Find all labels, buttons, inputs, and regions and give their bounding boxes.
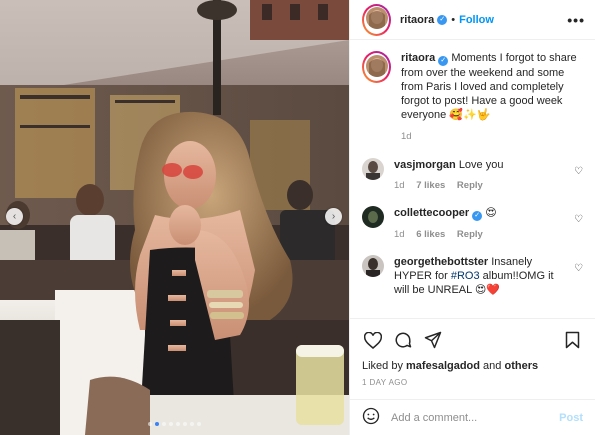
commenter-avatar[interactable] xyxy=(362,158,384,180)
hashtag-link[interactable]: #RO3 xyxy=(451,270,480,282)
post-timestamp[interactable]: 1 DAY AGO xyxy=(362,378,583,387)
comment-item: georgethebottster Insanely HYPER for #RO… xyxy=(362,255,583,297)
carousel-dot xyxy=(176,422,180,426)
follow-button[interactable]: Follow xyxy=(459,14,494,26)
comment-username[interactable]: vasjmorgan xyxy=(394,159,456,171)
comment-likes[interactable]: 6 likes xyxy=(416,229,445,240)
add-comment-input[interactable] xyxy=(391,411,560,424)
previous-slide-button[interactable]: ‹ xyxy=(6,208,23,225)
carousel-dot-active xyxy=(155,422,159,426)
carousel-indicator xyxy=(0,422,349,426)
reply-button[interactable]: Reply xyxy=(457,180,483,191)
carousel-dot xyxy=(162,422,166,426)
commenter-avatar[interactable] xyxy=(362,206,384,228)
post-header: ritaora ✓ • Follow ••• xyxy=(350,0,595,40)
comment-username[interactable]: collettecooper xyxy=(394,207,469,219)
heart-icon[interactable] xyxy=(362,329,384,351)
reply-button[interactable]: Reply xyxy=(457,229,483,240)
comment-likes[interactable]: 7 likes xyxy=(416,180,445,191)
liked-by-user[interactable]: mafesalgadod xyxy=(406,360,480,372)
carousel-dot xyxy=(197,422,201,426)
commenter-avatar[interactable] xyxy=(362,255,384,277)
likes-prefix: Liked by xyxy=(362,360,407,372)
comment-item: vasjmorgan Love you 1d 7 likes Reply ♡ xyxy=(362,158,583,193)
next-slide-button[interactable]: › xyxy=(325,208,342,225)
verified-badge-icon: ✓ xyxy=(472,211,483,221)
comment-icon[interactable] xyxy=(392,329,414,351)
comment-text: Love you xyxy=(458,159,504,171)
action-bar: Liked by mafesalgadod and others 1 DAY A… xyxy=(350,318,595,387)
story-ring[interactable] xyxy=(362,3,391,36)
likes-summary: Liked by mafesalgadod and others xyxy=(362,360,583,372)
comment-time[interactable]: 1d xyxy=(394,229,405,240)
caption-avatar[interactable] xyxy=(365,54,388,77)
separator-dot: • xyxy=(451,13,456,26)
more-options-icon[interactable]: ••• xyxy=(567,12,585,28)
verified-badge-icon: ✓ xyxy=(437,14,448,25)
comment-text: 😍 xyxy=(485,207,497,219)
liked-by-others[interactable]: others xyxy=(504,360,538,372)
author-username[interactable]: ritaora xyxy=(400,14,434,26)
carousel-dot xyxy=(183,422,187,426)
author-avatar[interactable] xyxy=(365,7,388,29)
share-icon[interactable] xyxy=(422,329,444,351)
post-comment-button[interactable]: Post xyxy=(559,412,583,424)
comment-like-heart-icon[interactable]: ♡ xyxy=(574,166,583,177)
comment-like-heart-icon[interactable]: ♡ xyxy=(574,214,583,225)
post-media[interactable]: ‹ › xyxy=(0,0,349,435)
emoji-icon[interactable] xyxy=(362,407,380,428)
comments-list[interactable]: ritaora ✓ Moments I forgot to share from … xyxy=(350,41,595,317)
comment-like-heart-icon[interactable]: ♡ xyxy=(574,263,583,274)
carousel-dot xyxy=(148,422,152,426)
caption-time[interactable]: 1d xyxy=(401,131,412,142)
verified-badge-icon: ✓ xyxy=(438,56,449,66)
likes-and: and xyxy=(480,360,505,372)
caption-username[interactable]: ritaora xyxy=(401,52,435,64)
carousel-dot xyxy=(190,422,194,426)
instagram-post: ‹ › ritaora ✓ • Follow ••• ritaora ✓ Mom… xyxy=(0,0,595,435)
post-side-panel: ritaora ✓ • Follow ••• ritaora ✓ Moments… xyxy=(349,0,595,435)
caption: ritaora ✓ Moments I forgot to share from … xyxy=(362,51,583,144)
comment-time[interactable]: 1d xyxy=(394,180,405,191)
comment-item: collettecooper ✓ 😍 1d 6 likes Reply ♡ xyxy=(362,206,583,242)
caption-story-ring[interactable] xyxy=(362,51,391,83)
comment-username[interactable]: georgethebottster xyxy=(394,256,488,268)
post-photo xyxy=(0,0,349,435)
bookmark-icon[interactable] xyxy=(561,329,583,351)
add-comment-bar: Post xyxy=(350,399,595,435)
carousel-dot xyxy=(169,422,173,426)
